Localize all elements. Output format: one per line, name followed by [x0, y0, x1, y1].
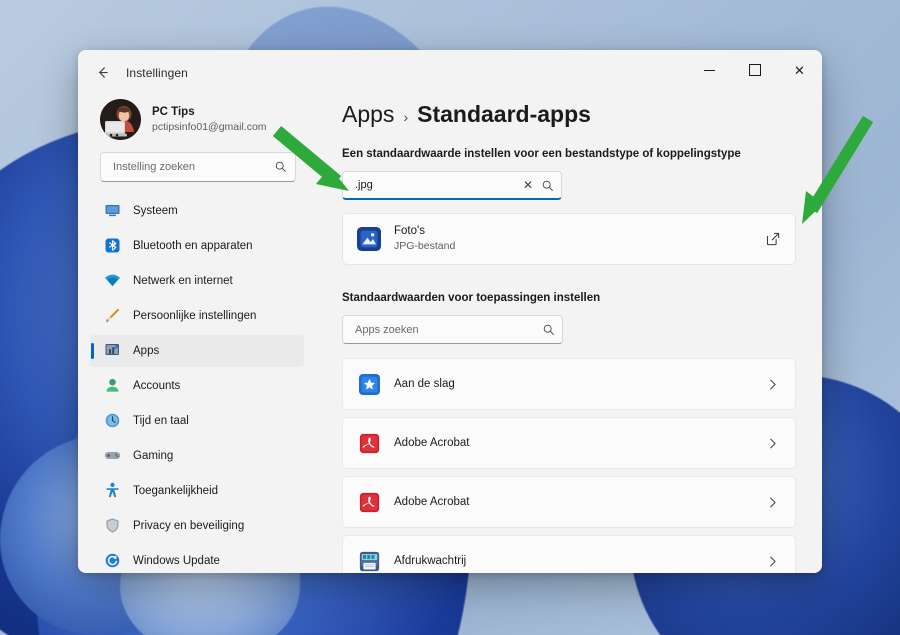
sidebar-search[interactable]	[100, 152, 296, 182]
list-item[interactable]: Adobe Acrobat	[342, 476, 796, 528]
sidebar-item-toegankelijkheid[interactable]: Toegankelijkheid	[90, 475, 304, 507]
accessibility-icon	[104, 482, 121, 499]
bluetooth-icon	[104, 237, 121, 254]
search-icon	[275, 162, 286, 173]
account-name: PC Tips	[152, 105, 195, 118]
sidebar: PC Tips pctipsinfo01@gmail.com Instellin…	[78, 95, 316, 573]
breadcrumb-parent[interactable]: Apps	[342, 101, 394, 128]
sidebar-nav: Systeem Bluetooth en apparaten Netwerk e…	[78, 195, 316, 573]
user-avatar-icon	[100, 99, 141, 140]
apps-list: Aan de slag Adobe Acrobat Adobe Acrobat …	[342, 358, 796, 573]
adobe-acrobat-icon	[357, 431, 381, 455]
get-started-icon	[357, 372, 381, 396]
search-icon	[543, 324, 554, 335]
filetype-search-input[interactable]	[353, 178, 520, 192]
sidebar-item-label: Toegankelijkheid	[133, 484, 219, 497]
minimize-button[interactable]	[687, 50, 732, 90]
sidebar-item-label: Accounts	[133, 379, 181, 392]
window-title: Instellingen	[126, 65, 188, 80]
list-item[interactable]: Afdrukwachtrij	[342, 535, 796, 573]
sidebar-item-systeem[interactable]: Systeem	[90, 195, 304, 227]
maximize-button[interactable]	[732, 50, 777, 90]
sidebar-item-label: Windows Update	[133, 554, 220, 567]
account-block[interactable]: PC Tips pctipsinfo01@gmail.com	[78, 95, 316, 152]
search-input[interactable]	[111, 159, 274, 174]
filetype-section-label: Een standaardwaarde instellen voor een b…	[342, 148, 741, 160]
clock-icon	[104, 412, 121, 429]
photos-app-icon	[357, 227, 381, 251]
system-icon	[104, 202, 121, 219]
apps-search[interactable]	[342, 315, 563, 344]
update-icon	[104, 552, 121, 569]
sidebar-item-gaming[interactable]: Gaming	[90, 440, 304, 472]
external-link-icon[interactable]	[765, 231, 781, 247]
sidebar-item-label: Tijd en taal	[133, 414, 189, 427]
gamepad-icon	[104, 447, 121, 464]
list-item[interactable]: Aan de slag	[342, 358, 796, 410]
apps-section-label: Standaardwaarden voor toepassingen inste…	[342, 292, 601, 304]
arrow-left-icon	[98, 67, 108, 78]
apps-search-input[interactable]	[353, 322, 542, 337]
settings-window: Instellingen ✕ PC Tips pctipsinfo01@gmai…	[78, 50, 822, 573]
result-title: Foto's	[394, 225, 425, 238]
page-title: Standaard-apps	[417, 101, 591, 127]
chevron-right-icon	[770, 497, 776, 507]
back-button[interactable]	[87, 58, 117, 88]
window-body: PC Tips pctipsinfo01@gmail.com Instellin…	[78, 95, 822, 573]
apps-icon	[104, 342, 121, 359]
wifi-icon	[104, 272, 121, 289]
adobe-acrobat-icon	[357, 490, 381, 514]
close-icon: ✕	[794, 62, 805, 78]
chevron-right-icon	[770, 556, 776, 566]
brush-icon	[104, 307, 121, 324]
sidebar-item-accounts[interactable]: Accounts	[90, 370, 304, 402]
sidebar-item-privacy-en-beveiliging[interactable]: Privacy en beveiliging	[90, 510, 304, 542]
result-subtitle: JPG-bestand	[394, 240, 456, 253]
close-button[interactable]: ✕	[777, 50, 822, 90]
chevron-right-icon	[770, 379, 776, 389]
chevron-right-icon	[770, 438, 776, 448]
sidebar-item-windows-update[interactable]: Windows Update	[90, 545, 304, 573]
app-name: Afdrukwachtrij	[394, 555, 467, 567]
sidebar-item-persoonlijke-instellingen[interactable]: Persoonlijke instellingen	[90, 300, 304, 332]
window-controls: ✕	[687, 50, 822, 95]
breadcrumb-separator: ›	[403, 109, 409, 125]
sidebar-item-netwerk-en-internet[interactable]: Netwerk en internet	[90, 265, 304, 297]
sidebar-item-label: Apps	[133, 344, 160, 357]
clear-search-button[interactable]: ✕	[520, 177, 536, 193]
search-icon	[542, 180, 553, 191]
minimize-icon	[704, 69, 715, 71]
sidebar-item-tijd-en-taal[interactable]: Tijd en taal	[90, 405, 304, 437]
app-name: Adobe Acrobat	[394, 437, 470, 449]
sidebar-item-label: Gaming	[133, 449, 174, 462]
sidebar-item-label: Privacy en beveiliging	[133, 519, 245, 532]
result-text: Foto's JPG-bestand	[394, 224, 765, 253]
breadcrumb: Apps › Standaard-apps	[342, 95, 796, 128]
sidebar-item-bluetooth-en-apparaten[interactable]: Bluetooth en apparaten	[90, 230, 304, 262]
shield-icon	[104, 517, 121, 534]
content-pane: Apps › Standaard-apps Een standaardwaard…	[316, 95, 822, 573]
app-name: Adobe Acrobat	[394, 496, 470, 508]
avatar	[100, 99, 141, 140]
account-email: pctipsinfo01@gmail.com	[152, 121, 267, 134]
desktop-wallpaper: Instellingen ✕ PC Tips pctipsinfo01@gmai…	[0, 0, 900, 635]
app-name: Aan de slag	[394, 378, 455, 390]
sidebar-item-label: Bluetooth en apparaten	[133, 239, 253, 252]
sidebar-item-label: Persoonlijke instellingen	[133, 309, 257, 322]
account-icon	[104, 377, 121, 394]
maximize-icon	[748, 64, 761, 76]
sidebar-item-label: Systeem	[133, 204, 178, 217]
filetype-search[interactable]: ✕	[342, 171, 562, 200]
filetype-result-card[interactable]: Foto's JPG-bestand	[342, 213, 796, 265]
window-titlebar: Instellingen ✕	[78, 50, 822, 95]
sidebar-item-label: Netwerk en internet	[133, 274, 233, 287]
print-queue-icon	[357, 549, 381, 573]
sidebar-item-apps[interactable]: Apps	[90, 334, 304, 367]
list-item[interactable]: Adobe Acrobat	[342, 417, 796, 469]
